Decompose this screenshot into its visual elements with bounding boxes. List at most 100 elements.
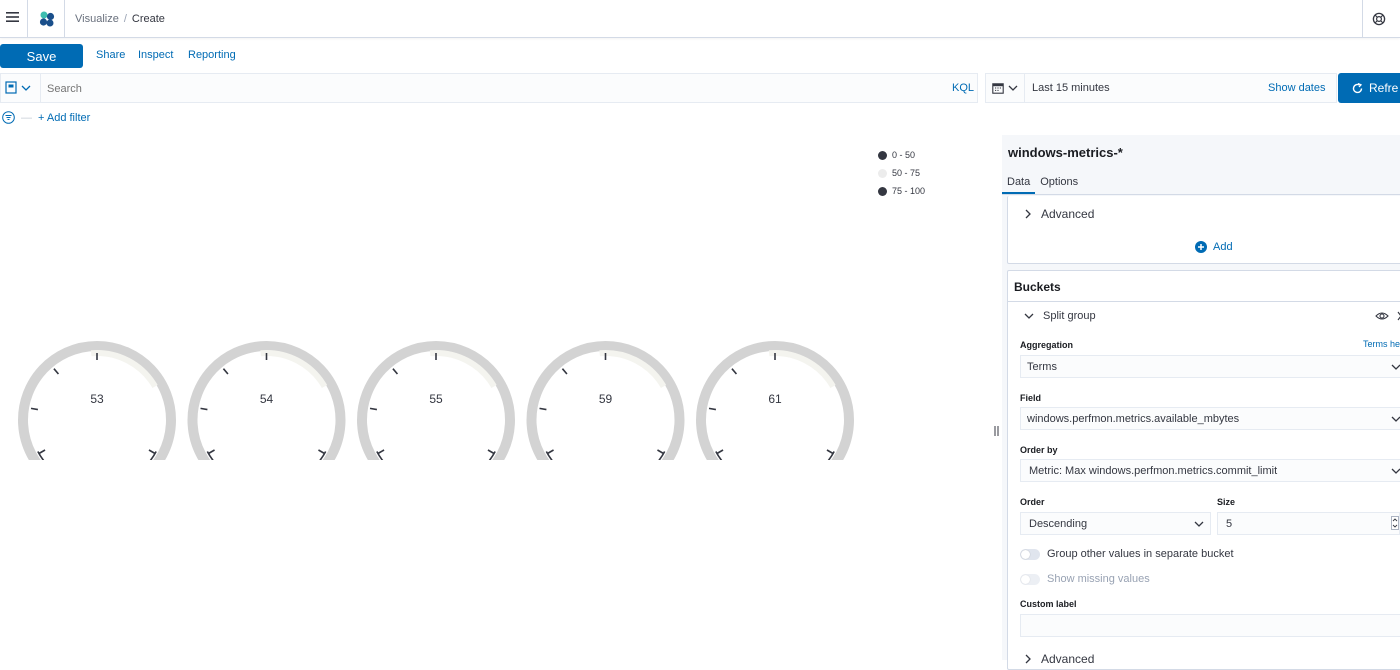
legend: 0 - 50 50 - 75 75 - 100 — [878, 146, 925, 200]
aggregation-select[interactable]: Terms — [1020, 355, 1400, 378]
panel-resize-handle[interactable] — [994, 425, 999, 437]
legend-dot — [878, 150, 887, 160]
show-missing-switch[interactable] — [1020, 574, 1040, 585]
time-range-text[interactable]: Last 15 minutes — [1032, 82, 1110, 94]
query-language-button[interactable]: KQL — [952, 82, 974, 94]
bucket-advanced-label: Advanced — [1041, 652, 1095, 666]
refresh-button[interactable]: Refre — [1338, 73, 1400, 103]
refresh-label: Refre — [1369, 81, 1399, 95]
field-select[interactable]: windows.perfmon.metrics.available_mbytes — [1020, 407, 1400, 430]
gauge[interactable]: 55 — [357, 341, 515, 460]
chevron-down-icon — [1008, 85, 1018, 91]
chevron-down-icon — [21, 85, 31, 91]
metrics-advanced-toggle[interactable]: Advanced — [1024, 207, 1094, 221]
gauge-tick — [222, 368, 229, 375]
plus-circle-icon — [1195, 241, 1207, 253]
breadcrumb-visualize[interactable]: Visualize — [75, 13, 119, 25]
order-by-select[interactable]: Metric: Max windows.perfmon.metrics.comm… — [1020, 459, 1400, 482]
gauge-tick — [547, 449, 554, 455]
aggregation-help-link[interactable]: Terms he — [1363, 339, 1400, 349]
bucket-advanced-toggle[interactable]: Advanced — [1024, 652, 1094, 666]
reporting-link[interactable]: Reporting — [188, 49, 236, 61]
buckets-card: Buckets Split group Aggregation Terms he… — [1007, 270, 1400, 670]
gauges-chart: 53 54 55 59 61 — [18, 341, 854, 460]
saved-query-menu[interactable] — [5, 81, 31, 94]
gauge-tick — [561, 368, 568, 375]
chevron-down-icon — [1391, 416, 1400, 422]
tab-options[interactable]: Options — [1035, 172, 1083, 194]
buckets-title: Buckets — [1014, 280, 1061, 294]
number-stepper-icon[interactable] — [1391, 516, 1399, 530]
query-bar: KQL — [0, 73, 978, 103]
filter-options-icon[interactable] — [2, 111, 15, 124]
custom-label-label: Custom label — [1020, 599, 1077, 609]
size-input[interactable]: 5 — [1217, 512, 1400, 535]
show-dates-button[interactable]: Show dates — [1268, 82, 1325, 94]
top-header: Visualize / Create — [0, 0, 1400, 38]
gauge-value: 54 — [260, 392, 274, 406]
refresh-icon — [1352, 82, 1363, 93]
share-link[interactable]: Share — [96, 49, 125, 61]
gauge-tick — [708, 407, 717, 411]
menu-icon[interactable] — [6, 11, 19, 23]
size-label: Size — [1217, 497, 1236, 507]
legend-label: 50 - 75 — [892, 168, 921, 178]
editor-tabs: Data Options — [1002, 172, 1083, 194]
custom-label-input[interactable] — [1020, 614, 1400, 637]
field-value: windows.perfmon.metrics.available_mbytes — [1027, 412, 1240, 425]
filter-divider: — — [21, 111, 32, 124]
gauge[interactable]: 59 — [526, 341, 685, 460]
inspect-link[interactable]: Inspect — [138, 49, 173, 61]
tab-data[interactable]: Data — [1002, 172, 1036, 194]
help-icon[interactable] — [1372, 12, 1386, 26]
order-label: Order — [1020, 497, 1045, 507]
saved-query-icon — [5, 81, 17, 94]
legend-item[interactable]: 50 - 75 — [878, 164, 925, 182]
split-group-label: Split group — [1043, 310, 1096, 322]
group-other-switch[interactable] — [1020, 549, 1040, 560]
gauge-tick — [200, 407, 208, 411]
quick-select-menu[interactable] — [992, 82, 1018, 94]
gauge-value: 61 — [768, 392, 782, 406]
gauge-tick — [208, 449, 215, 455]
gauge-tick — [657, 449, 664, 455]
gauge[interactable]: 54 — [187, 341, 346, 460]
gauge-tick — [369, 407, 378, 411]
legend-dot — [878, 168, 887, 178]
add-metric-button[interactable]: Add — [1195, 241, 1233, 253]
gauge-tick — [30, 407, 39, 411]
gauge-value: 55 — [429, 392, 443, 406]
order-by-value: Metric: Max windows.perfmon.metrics.comm… — [1029, 464, 1278, 477]
split-group-toggle[interactable]: Split group — [1024, 310, 1096, 322]
legend-item[interactable]: 0 - 50 — [878, 146, 925, 164]
index-pattern-title: windows-metrics-* — [1008, 145, 1123, 160]
save-button[interactable]: Save — [0, 44, 83, 68]
gauge[interactable]: 53 — [18, 341, 176, 460]
group-other-label: Group other values in separate bucket — [1047, 548, 1234, 560]
breadcrumb-separator: / — [123, 13, 127, 25]
gauge-tick — [392, 368, 399, 375]
chevron-right-icon — [1025, 654, 1031, 664]
save-button-label: Save — [26, 48, 57, 64]
calendar-icon — [992, 83, 1004, 94]
order-select[interactable]: Descending — [1020, 512, 1211, 535]
toggle-visibility-icon[interactable] — [1375, 311, 1389, 324]
gauge-tick — [377, 449, 385, 455]
order-value: Descending — [1029, 517, 1088, 530]
gauge[interactable]: 61 — [696, 341, 854, 460]
gauge-tick — [487, 449, 495, 455]
legend-item[interactable]: 75 - 100 — [878, 182, 925, 200]
add-filter-button[interactable]: + Add filter — [38, 112, 90, 124]
gauge-tick — [539, 407, 547, 411]
gauge-value: 59 — [599, 392, 613, 406]
gauge-tick — [318, 449, 325, 455]
field-label: Field — [1020, 393, 1042, 403]
app-logo-icon[interactable] — [38, 10, 56, 28]
gauge-tick — [53, 368, 60, 375]
gauge-value: 53 — [90, 392, 104, 406]
legend-label: 0 - 50 — [892, 150, 916, 160]
chevron-down-icon — [1391, 364, 1400, 370]
breadcrumb: Visualize / Create — [75, 12, 165, 26]
search-input[interactable] — [45, 79, 929, 99]
gauge-tick — [716, 449, 724, 455]
